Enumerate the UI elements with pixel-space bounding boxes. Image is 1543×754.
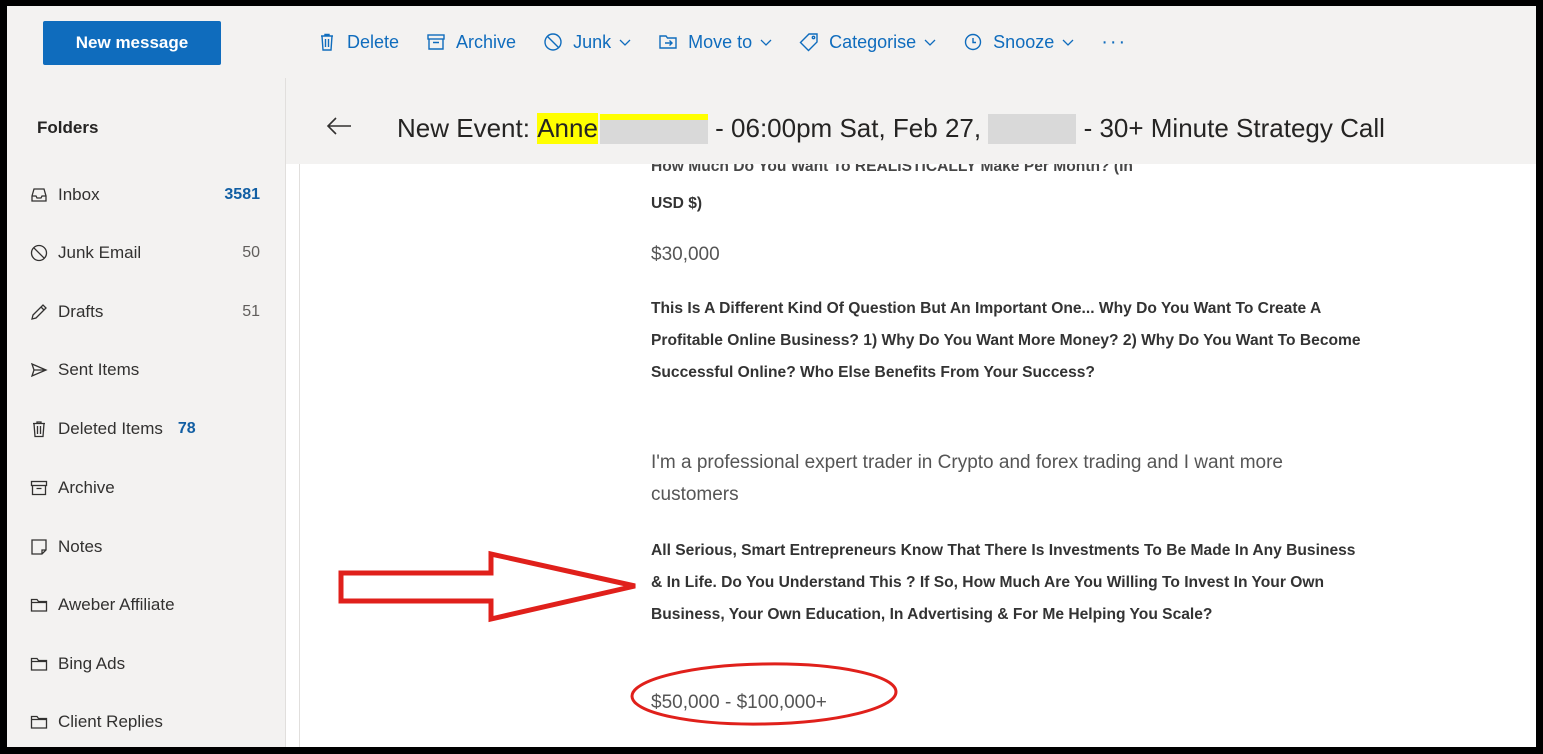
- folder-label: Notes: [58, 537, 103, 556]
- snooze-button[interactable]: Snooze: [963, 32, 1074, 53]
- item-count: 51: [242, 303, 260, 320]
- question-1-tail: USD $): [651, 195, 703, 212]
- answer-1: $30,000: [651, 244, 720, 265]
- reading-pane-header: New Event: Anne - 06:00pm Sat, Feb 27, -…: [286, 78, 1536, 164]
- sidebar-item-notes[interactable]: Notes: [30, 532, 260, 562]
- redacted-name: [599, 113, 708, 144]
- question-2: This Is A Different Kind Of Question But…: [651, 300, 1361, 381]
- sidebar-item-aweber-affiliate[interactable]: Aweber Affiliate: [30, 590, 260, 620]
- unread-count: 3581: [224, 186, 260, 203]
- note-icon: [31, 539, 47, 555]
- sidebar-item-bing-ads[interactable]: Bing Ads: [30, 649, 260, 679]
- folder-label: Junk Email: [58, 243, 142, 262]
- folder-label: Archive: [58, 478, 115, 497]
- junk-button[interactable]: Junk: [543, 32, 631, 53]
- folder-label: Sent Items: [58, 360, 140, 379]
- screenshot-frame: New message Delete Archive Junk Move to: [0, 0, 1543, 754]
- folders-header[interactable]: Folders: [37, 118, 98, 138]
- delete-label: Delete: [347, 31, 400, 52]
- sidebar-item-drafts[interactable]: Drafts 51: [30, 297, 260, 327]
- inbox-icon: [31, 188, 47, 202]
- tag-icon: [799, 33, 818, 52]
- folder-icon: [30, 715, 48, 729]
- block-icon: [544, 33, 562, 51]
- chevron-down-icon[interactable]: [619, 36, 631, 48]
- pencil-icon: [31, 304, 47, 320]
- command-bar: New message Delete Archive Junk Move to: [7, 6, 1536, 78]
- archive-icon: [30, 480, 48, 496]
- subject-name-highlight: Anne: [537, 113, 598, 144]
- folder-label: Aweber Affiliate: [58, 595, 175, 614]
- snooze-label: Snooze: [993, 31, 1055, 52]
- sidebar-item-archive[interactable]: Archive: [30, 473, 260, 503]
- chevron-down-icon[interactable]: [760, 36, 772, 48]
- clock-icon: [964, 33, 982, 51]
- folder-pane: Folders Inbox 3581 Junk Email 50 Drafts …: [7, 78, 286, 747]
- back-arrow-icon[interactable]: [326, 116, 352, 136]
- unread-count: 78: [177, 420, 196, 437]
- subject-end: - 30+ Minute Strategy Call: [1083, 113, 1385, 143]
- sidebar-item-client-replies[interactable]: Client Replies: [30, 707, 260, 737]
- folder-label: Deleted Items: [58, 419, 163, 438]
- archive-button[interactable]: Archive: [426, 32, 516, 53]
- block-icon: [30, 244, 48, 262]
- categorise-button[interactable]: Categorise: [799, 32, 936, 53]
- folder-label: Drafts: [58, 302, 104, 321]
- sidebar-item-junk-email[interactable]: Junk Email 50: [30, 238, 260, 268]
- folder-icon: [30, 657, 48, 671]
- delete-button[interactable]: Delete: [317, 32, 399, 53]
- move-to-label: Move to: [688, 31, 753, 52]
- answer-3: $50,000 - $100,000+: [651, 692, 827, 713]
- scrollbar[interactable]: [286, 164, 300, 747]
- answer-2: I'm a professional expert trader in Cryp…: [651, 452, 1284, 505]
- send-icon: [30, 362, 48, 378]
- junk-label: Junk: [573, 31, 612, 52]
- trash-icon: [321, 33, 333, 51]
- message-body: How Much Do You Want To REALISTICALLY Ma…: [286, 164, 1536, 747]
- sidebar-item-sent-items[interactable]: Sent Items: [30, 355, 260, 385]
- subject-prefix: New Event:: [397, 113, 530, 143]
- sidebar-item-inbox[interactable]: Inbox 3581: [30, 180, 260, 210]
- folder-icon: [30, 598, 48, 612]
- subject-time: - 06:00pm Sat, Feb 27,: [715, 113, 982, 143]
- chevron-down-icon[interactable]: [924, 36, 936, 48]
- archive-icon: [427, 34, 445, 50]
- sidebar-item-deleted-items[interactable]: Deleted Items 78: [30, 414, 260, 444]
- question-3: All Serious, Smart Entrepreneurs Know Th…: [651, 542, 1356, 623]
- item-count: 50: [242, 244, 260, 261]
- move-to-button[interactable]: Move to: [658, 32, 772, 53]
- folder-label: Bing Ads: [58, 654, 126, 673]
- folder-label: Client Replies: [58, 712, 163, 731]
- more-actions-button[interactable]: ···: [1101, 31, 1127, 54]
- archive-label: Archive: [456, 31, 517, 52]
- new-message-button[interactable]: New message: [43, 21, 221, 65]
- categorise-label: Categorise: [829, 31, 917, 52]
- toolbar-actions: Delete Archive Junk Move to Categorise S…: [317, 27, 1127, 57]
- chevron-down-icon[interactable]: [1062, 36, 1074, 48]
- trash-icon: [33, 421, 45, 438]
- message-subject: New Event: Anne - 06:00pm Sat, Feb 27, -…: [397, 113, 1385, 144]
- redacted-year: [988, 113, 1077, 144]
- move-folder-icon: [659, 35, 677, 49]
- folder-label: Inbox: [58, 185, 100, 204]
